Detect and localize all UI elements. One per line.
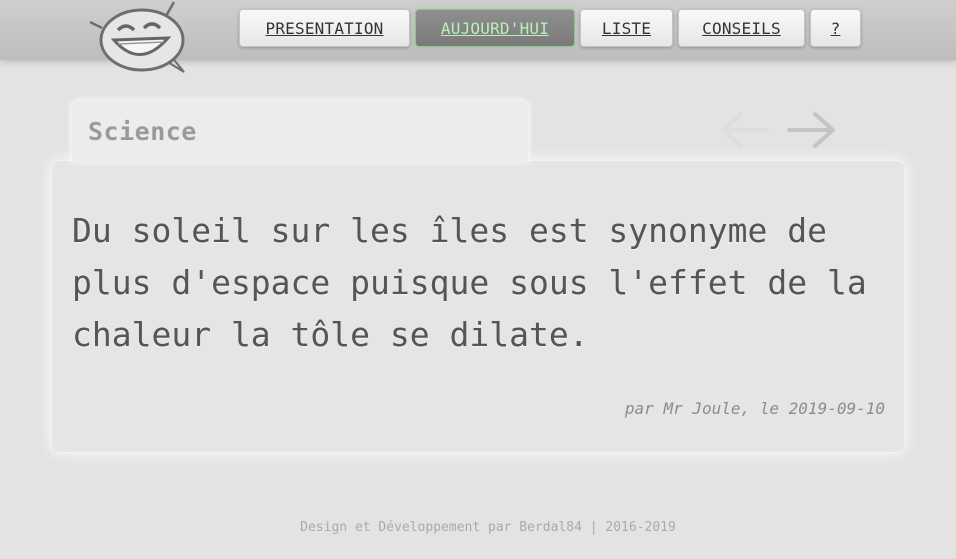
nav-help-button[interactable]: ? [810,9,861,47]
nav-presentation-button[interactable]: PRESENTATION [239,9,410,47]
quote-card: Du soleil sur les îles est synonyme de p… [51,160,905,453]
nav-conseils-button[interactable]: CONSEILS [678,9,805,47]
quote-attribution: par Mr Joule, le 2019-09-10 [624,399,885,418]
category-label: Science [88,117,197,146]
nav-liste-button[interactable]: LISTE [580,9,673,47]
quote-text: Du soleil sur les îles est synonyme de p… [72,211,867,354]
footer-credits: Design et Développement par Berdal84 | 2… [300,520,676,535]
arrow-right-icon[interactable] [785,108,839,152]
nav-aujourdhui-button[interactable]: AUJOURD'HUI [415,9,575,47]
category-tab: Science [71,100,529,162]
arrow-left-icon [721,112,769,148]
smiley-speech-bubble-icon[interactable] [88,0,192,78]
